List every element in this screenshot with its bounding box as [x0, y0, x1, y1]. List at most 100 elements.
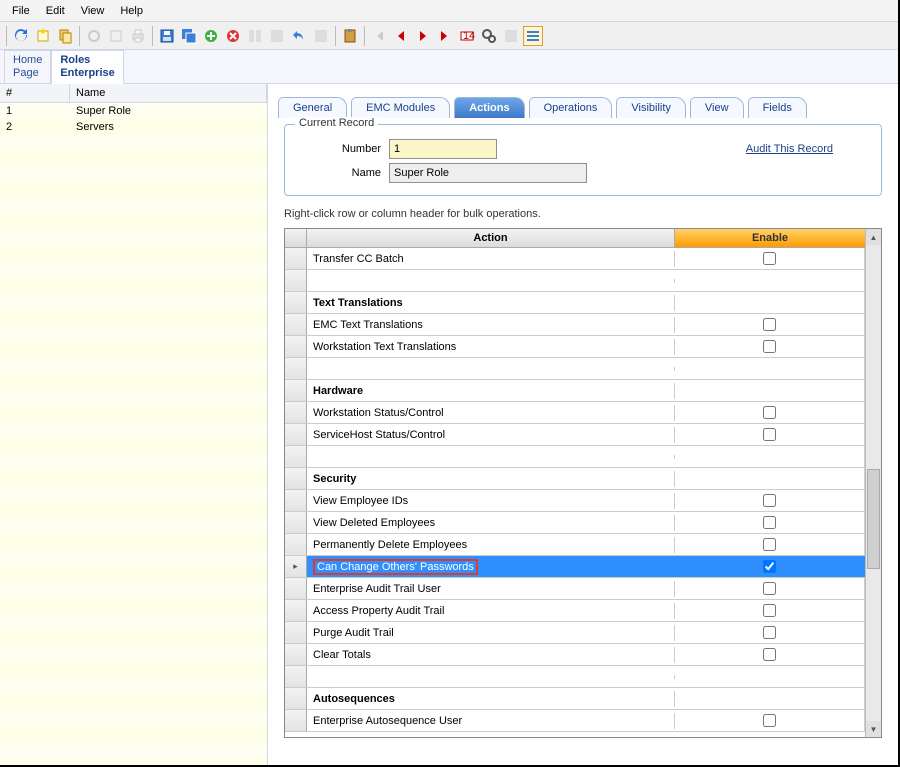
enable-cell[interactable] — [675, 336, 865, 357]
row-header[interactable] — [285, 512, 307, 533]
menu-edit[interactable]: Edit — [38, 2, 73, 20]
col-number[interactable]: # — [0, 84, 70, 102]
row-header[interactable] — [285, 314, 307, 335]
number-field[interactable] — [389, 139, 497, 159]
enable-cell[interactable] — [675, 578, 865, 599]
enable-checkbox[interactable] — [763, 538, 776, 551]
action-cell[interactable]: Workstation Text Translations — [307, 339, 675, 355]
enable-cell[interactable] — [675, 710, 865, 731]
grid-scrollbar[interactable]: ▲ ▼ — [865, 229, 881, 737]
enable-cell[interactable] — [675, 424, 865, 445]
roles-list-row[interactable]: 1Super Role — [0, 103, 267, 119]
col-name[interactable]: Name — [70, 84, 267, 102]
tab-general[interactable]: General — [278, 97, 347, 118]
grid-row[interactable]: Transfer CC Batch — [285, 248, 865, 270]
row-header[interactable] — [285, 248, 307, 269]
print-icon[interactable] — [128, 26, 148, 46]
grid-row[interactable]: View Deleted Employees — [285, 512, 865, 534]
grid-row[interactable]: Workstation Text Translations — [285, 336, 865, 358]
copy-icon[interactable] — [55, 26, 75, 46]
grid-row[interactable]: Enterprise Audit Trail User — [285, 578, 865, 600]
action-cell[interactable]: Clear Totals — [307, 647, 675, 663]
row-header[interactable] — [285, 600, 307, 621]
enable-checkbox[interactable] — [763, 604, 776, 617]
grid-section-row[interactable]: Hardware — [285, 380, 865, 402]
new-icon[interactable] — [33, 26, 53, 46]
action-cell[interactable]: Autosequences — [307, 691, 675, 707]
enable-cell[interactable] — [675, 512, 865, 533]
menu-file[interactable]: File — [4, 2, 38, 20]
audit-this-record-link[interactable]: Audit This Record — [746, 143, 833, 155]
tab-home-page[interactable]: Home Page — [4, 50, 51, 83]
tab-view[interactable]: View — [690, 97, 744, 118]
grid-section-row[interactable]: Security — [285, 468, 865, 490]
scroll-up-icon[interactable]: ▲ — [866, 229, 881, 245]
action-cell[interactable]: Permanently Delete Employees — [307, 537, 675, 553]
grid-row[interactable]: Permanently Delete Employees — [285, 534, 865, 556]
next-icon[interactable] — [413, 26, 433, 46]
enable-checkbox[interactable] — [763, 516, 776, 529]
grid-row[interactable]: View Employee IDs — [285, 490, 865, 512]
menu-help[interactable]: Help — [112, 2, 151, 20]
enable-cell[interactable] — [675, 600, 865, 621]
actions-grid-body[interactable]: Transfer CC BatchText TranslationsEMC Te… — [285, 248, 865, 737]
tab-operations[interactable]: Operations — [529, 97, 613, 118]
action-cell[interactable]: Purge Audit Trail — [307, 625, 675, 641]
refresh-icon[interactable] — [11, 26, 31, 46]
enable-checkbox[interactable] — [763, 494, 776, 507]
add-icon[interactable] — [201, 26, 221, 46]
grid-row[interactable]: Workstation Status/Control — [285, 402, 865, 424]
enable-checkbox[interactable] — [763, 560, 776, 573]
tab-emc-modules[interactable]: EMC Modules — [351, 97, 450, 118]
grid-section-row[interactable]: Autosequences — [285, 688, 865, 710]
action-cell[interactable]: Transfer CC Batch — [307, 251, 675, 267]
row-header[interactable] — [285, 402, 307, 423]
action-cell[interactable]: View Deleted Employees — [307, 515, 675, 531]
name-field[interactable] — [389, 163, 587, 183]
tab-fields[interactable]: Fields — [748, 97, 807, 118]
prev-icon[interactable] — [391, 26, 411, 46]
enable-checkbox[interactable] — [763, 714, 776, 727]
enable-cell[interactable] — [675, 314, 865, 335]
grid-row[interactable]: Access Property Audit Trail — [285, 600, 865, 622]
grid-row[interactable]: ServiceHost Status/Control — [285, 424, 865, 446]
col-action[interactable]: Action — [307, 229, 675, 247]
enable-cell[interactable] — [675, 490, 865, 511]
paste-icon[interactable] — [340, 26, 360, 46]
enable-checkbox[interactable] — [763, 626, 776, 639]
row-header[interactable] — [285, 446, 307, 467]
find-icon[interactable] — [479, 26, 499, 46]
row-header[interactable] — [285, 270, 307, 291]
enable-checkbox[interactable] — [763, 252, 776, 265]
grid-row[interactable]: Enterprise Autosequence User — [285, 710, 865, 732]
action-cell[interactable]: Text Translations — [307, 295, 675, 311]
enable-checkbox[interactable] — [763, 582, 776, 595]
row-header[interactable] — [285, 358, 307, 379]
enable-cell[interactable] — [675, 644, 865, 665]
scroll-thumb[interactable] — [867, 469, 880, 569]
row-header[interactable] — [285, 380, 307, 401]
row-header[interactable] — [285, 292, 307, 313]
roles-list-row[interactable]: 2Servers — [0, 119, 267, 135]
row-header[interactable] — [285, 666, 307, 687]
roles-list-body[interactable]: 1Super Role2Servers — [0, 103, 267, 765]
row-header[interactable] — [285, 688, 307, 709]
grid-row[interactable]: Clear Totals — [285, 644, 865, 666]
enable-cell[interactable] — [675, 556, 865, 577]
row-header[interactable] — [285, 710, 307, 731]
enable-checkbox[interactable] — [763, 648, 776, 661]
row-header[interactable] — [285, 622, 307, 643]
action-cell[interactable]: Workstation Status/Control — [307, 405, 675, 421]
delete-icon[interactable] — [223, 26, 243, 46]
enable-checkbox[interactable] — [763, 340, 776, 353]
row-header[interactable] — [285, 424, 307, 445]
enable-cell[interactable] — [675, 622, 865, 643]
row-header[interactable] — [285, 578, 307, 599]
action-cell[interactable]: Enterprise Audit Trail User — [307, 581, 675, 597]
row-header-col[interactable] — [285, 229, 307, 247]
tab-visibility[interactable]: Visibility — [616, 97, 686, 118]
action-cell[interactable]: Enterprise Autosequence User — [307, 713, 675, 729]
tab-actions[interactable]: Actions — [454, 97, 524, 118]
undo-icon[interactable] — [289, 26, 309, 46]
action-cell[interactable]: Hardware — [307, 383, 675, 399]
